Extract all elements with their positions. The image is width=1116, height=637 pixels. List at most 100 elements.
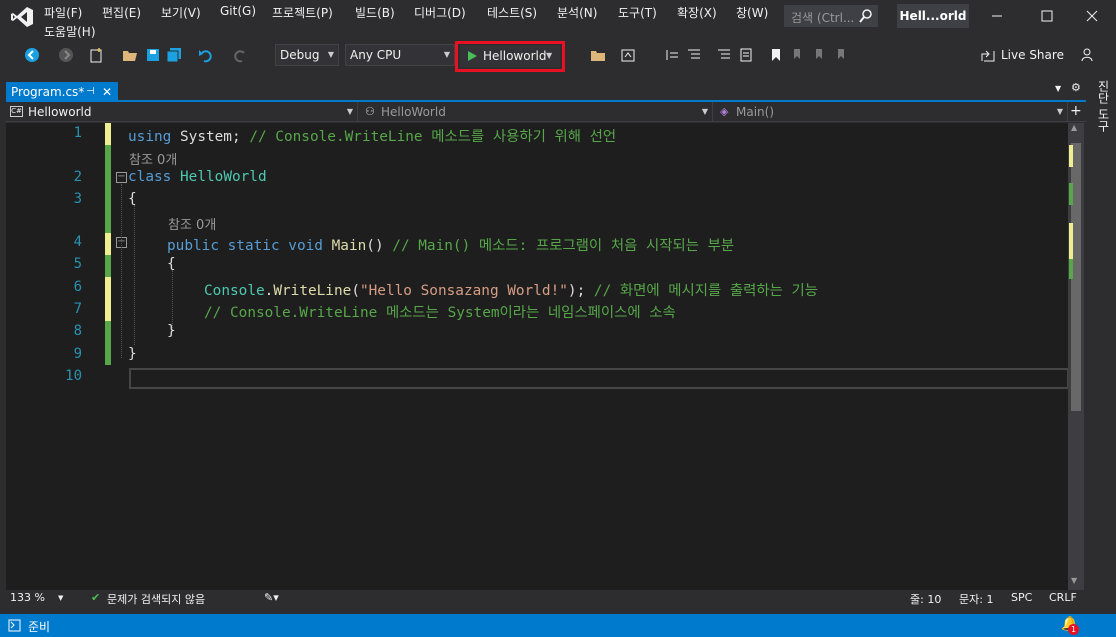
references-codelens[interactable]: 참조 0개 xyxy=(129,149,177,168)
menu-project[interactable]: 프로젝트(P) xyxy=(272,4,333,21)
vertical-scrollbar[interactable]: ▲ ▼ xyxy=(1068,123,1084,590)
platform-dropdown[interactable]: Any CPU ▼ xyxy=(345,44,455,66)
comment: // Main() 메소드: 프로그램이 처음 시작되는 부분 xyxy=(392,238,735,254)
maximize-icon[interactable] xyxy=(1027,4,1067,28)
visual-studio-logo-icon xyxy=(11,7,33,27)
code-line-3: { xyxy=(128,191,137,207)
code-line-7: // Console.WriteLine 메소드는 System이라는 네임스페… xyxy=(204,301,676,322)
status-bar: 준비 🔔 1 xyxy=(0,614,1116,637)
method-icon: ◈ xyxy=(720,105,729,118)
search-input[interactable]: 검색 (Ctrl... xyxy=(784,5,878,27)
class-dropdown[interactable]: ⚇ HelloWorld ▼ xyxy=(361,102,713,122)
menu-build[interactable]: 빌드(B) xyxy=(355,4,395,21)
editor-status-row: 133 % ▼ ✔ 문제가 검색되지 않음 ✎▾ 줄: 10 문자: 1 SPC… xyxy=(6,590,1086,606)
method-writeline: WriteLine xyxy=(273,283,352,299)
member-dropdown[interactable]: ◈ Main() ▼ xyxy=(716,102,1068,122)
minimize-icon[interactable] xyxy=(977,4,1017,28)
undo-icon[interactable] xyxy=(198,47,214,63)
forward-icon[interactable] xyxy=(58,47,74,63)
scroll-change-marker xyxy=(1069,223,1073,259)
outline-guide xyxy=(121,184,122,358)
parens: () xyxy=(366,238,393,254)
indent-guide xyxy=(134,205,135,345)
keyword-class: class xyxy=(128,169,172,185)
project-name: Helloworld xyxy=(28,105,92,119)
solution-name-badge: Hell...orld xyxy=(897,4,969,28)
next-bookmark-icon[interactable] xyxy=(812,47,828,63)
menu-debug[interactable]: 디버그(D) xyxy=(414,4,466,21)
menu-view[interactable]: 보기(V) xyxy=(161,4,201,21)
redo-icon[interactable] xyxy=(232,47,248,63)
prev-bookmark-icon[interactable] xyxy=(790,47,806,63)
brush-icon[interactable]: ✎▾ xyxy=(264,591,279,604)
menu-window[interactable]: 창(W) xyxy=(736,4,768,21)
live-share-icon[interactable] xyxy=(980,47,996,63)
menu-test[interactable]: 테스트(S) xyxy=(487,4,537,21)
chevron-down-icon: ▼ xyxy=(346,107,353,116)
diagnostic-tools-tab[interactable]: 진단 도구 xyxy=(1090,80,1112,140)
method-name: Main xyxy=(331,238,367,254)
breakpoints-icon[interactable] xyxy=(686,47,702,63)
new-project-icon[interactable] xyxy=(88,47,104,63)
line-indicator[interactable]: 줄: 10 xyxy=(910,591,941,607)
project-dropdown[interactable]: C# Helloworld ▼ xyxy=(6,102,358,122)
comment: // Console.WriteLine 메소드는 System이라는 네임스페… xyxy=(204,305,676,321)
account-icon[interactable] xyxy=(1080,47,1096,63)
scroll-up-icon[interactable]: ▲ xyxy=(1071,123,1077,132)
chevron-down-icon: ▼ xyxy=(58,594,64,602)
step-into-icon[interactable] xyxy=(664,47,680,63)
column-indicator[interactable]: 문자: 1 xyxy=(959,591,993,607)
scroll-down-icon[interactable]: ▼ xyxy=(1071,576,1077,585)
pin-icon[interactable]: ⊣ xyxy=(86,82,95,102)
comment: // Console.WriteLine 메소드를 사용하기 위해 선언 xyxy=(249,129,617,145)
menu-file[interactable]: 파일(F) xyxy=(44,4,82,21)
line-number: 6 xyxy=(73,279,82,295)
back-icon[interactable] xyxy=(24,47,40,63)
tab-program-cs[interactable]: Program.cs* ⊣ ✕ xyxy=(6,82,118,102)
menu-git[interactable]: Git(G) xyxy=(220,4,256,18)
tab-list-dropdown-icon[interactable]: ▼ xyxy=(1055,84,1061,93)
collapse-icon[interactable]: − xyxy=(116,172,127,183)
line-number: 3 xyxy=(73,191,82,207)
issues-status[interactable]: 문제가 검색되지 않음 xyxy=(107,591,205,607)
menu-edit[interactable]: 편집(E) xyxy=(102,4,141,21)
menu-extensions[interactable]: 확장(X) xyxy=(677,4,717,21)
references-codelens[interactable]: 참조 0개 xyxy=(168,214,216,233)
class-name: HelloWorld xyxy=(180,169,267,185)
indent-guide xyxy=(172,270,173,330)
split-window-icon[interactable]: + xyxy=(1070,103,1082,119)
change-marker-saved xyxy=(105,211,111,233)
menu-tools[interactable]: 도구(T) xyxy=(618,4,657,21)
close-icon[interactable] xyxy=(1072,4,1112,28)
save-all-icon[interactable] xyxy=(166,47,182,63)
class-console: Console xyxy=(204,283,265,299)
navigation-bar: C# Helloworld ▼ ⚇ HelloWorld ▼ ◈ Main() … xyxy=(6,102,1086,122)
code-line-5: { xyxy=(167,256,176,272)
comment-out-icon[interactable] xyxy=(716,47,732,63)
solution-explorer-icon[interactable] xyxy=(590,47,606,63)
live-share-button[interactable]: Live Share xyxy=(1001,48,1064,62)
save-icon[interactable] xyxy=(145,47,161,63)
comment: // 화면에 메시지를 출력하는 기능 xyxy=(593,283,819,299)
bookmark-icon[interactable] xyxy=(768,47,784,63)
configuration-dropdown[interactable]: Debug ▼ xyxy=(275,44,339,66)
configuration-value: Debug xyxy=(280,48,320,62)
close-tab-icon[interactable]: ✕ xyxy=(102,82,112,102)
change-marker-saved xyxy=(105,321,111,343)
line-ending-indicator[interactable]: CRLF xyxy=(1049,591,1077,604)
change-marker-unsaved xyxy=(105,299,111,321)
code-editor[interactable]: 1 2 3 4 5 6 7 8 9 10 − − using System; /… xyxy=(6,123,1069,590)
next-bookmark-folder-icon[interactable] xyxy=(834,47,850,63)
uncomment-icon[interactable] xyxy=(738,47,754,63)
start-debugging-button[interactable]: Helloworld ▼ xyxy=(460,45,560,67)
keyword-modifiers: public static void xyxy=(167,238,323,254)
menu-analyze[interactable]: 분석(N) xyxy=(557,4,597,21)
home-icon[interactable] xyxy=(620,47,636,63)
zoom-level-dropdown[interactable]: 133 % xyxy=(10,591,45,604)
gear-icon[interactable]: ⚙ xyxy=(1071,81,1081,94)
member-name: Main() xyxy=(736,105,775,119)
open-folder-icon[interactable] xyxy=(122,47,138,63)
menu-help[interactable]: 도움말(H) xyxy=(44,23,96,40)
line-number: 4 xyxy=(73,234,82,250)
whitespace-indicator[interactable]: SPC xyxy=(1011,591,1032,604)
